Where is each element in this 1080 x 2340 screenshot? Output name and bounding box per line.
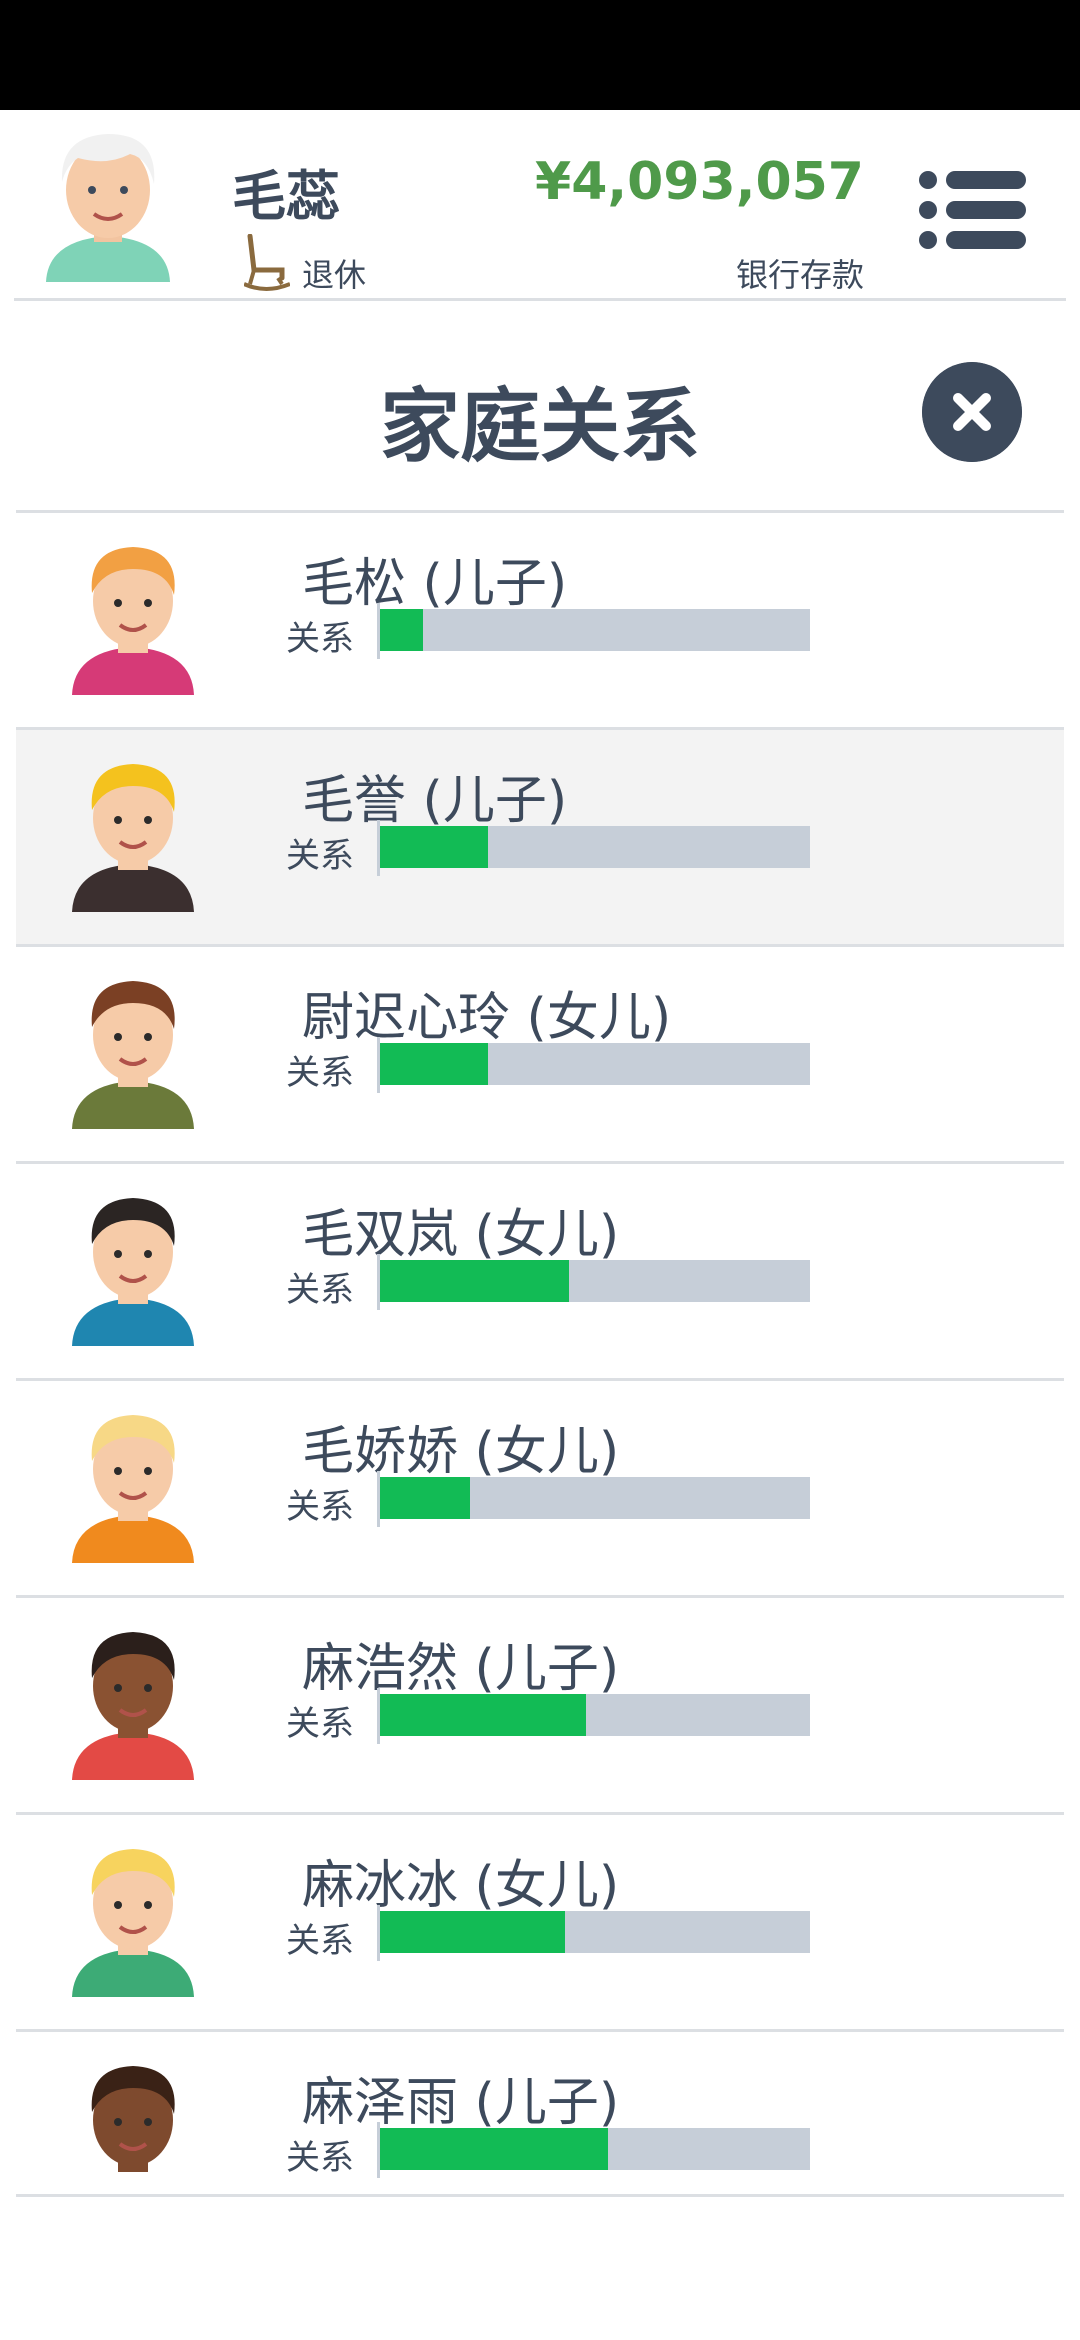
- relation-bar-fill: [380, 609, 423, 651]
- relation-bar-tick: [377, 1037, 380, 1093]
- member-avatar: [72, 981, 194, 1129]
- relation-label: 关系: [286, 619, 354, 659]
- relation-bar: [377, 1471, 810, 1527]
- member-avatar: [72, 1632, 194, 1780]
- relation-bar: [377, 1037, 810, 1093]
- relation-bar-fill: [380, 1911, 565, 1953]
- bank-balance: ¥4,093,057: [535, 152, 864, 212]
- relation-bar-tick: [377, 1254, 380, 1310]
- rocking-chair-icon: [244, 234, 290, 291]
- list-bottom-divider: [16, 2194, 1064, 2197]
- menu-icon[interactable]: [918, 168, 1028, 252]
- member-avatar: [72, 1849, 194, 1997]
- relation-label: 关系: [286, 1487, 354, 1527]
- family-member-list: 毛松 (儿子) 关系 毛誉 (儿子) 关系 尉迟心玲 (女儿) 关系 毛双岚 (…: [16, 510, 1064, 2246]
- relation-bar: [377, 1254, 810, 1310]
- family-member-row[interactable]: 麻泽雨 (儿子) 关系: [16, 2029, 1064, 2246]
- relation-label: 关系: [286, 836, 354, 876]
- header-divider: [14, 298, 1066, 301]
- member-avatar: [72, 547, 194, 695]
- status-bar: [0, 0, 1080, 110]
- bank-balance-label: 银行存款: [735, 256, 864, 294]
- relation-label: 关系: [286, 1053, 354, 1093]
- relation-bar-fill: [380, 826, 488, 868]
- relation-label: 关系: [286, 1704, 354, 1744]
- relation-bar: [377, 603, 810, 659]
- player-avatar[interactable]: [38, 122, 178, 282]
- player-name: 毛蕊: [232, 165, 340, 228]
- family-member-row[interactable]: 毛双岚 (女儿) 关系: [16, 1161, 1064, 1378]
- relation-bar-fill: [380, 1260, 570, 1302]
- member-name: 毛松 (儿子): [302, 554, 568, 614]
- family-member-row[interactable]: 麻冰冰 (女儿) 关系: [16, 1812, 1064, 2029]
- relation-label: 关系: [286, 2138, 354, 2178]
- life-stage-label: 退休: [302, 256, 367, 294]
- relation-bar-tick: [377, 1688, 380, 1744]
- relation-label: 关系: [286, 1921, 354, 1961]
- member-avatar: [72, 1198, 194, 1346]
- family-member-row[interactable]: 毛松 (儿子) 关系: [16, 510, 1064, 727]
- family-member-row[interactable]: 尉迟心玲 (女儿) 关系: [16, 944, 1064, 1161]
- relation-bar-fill: [380, 1043, 488, 1085]
- member-name: 毛娇娇 (女儿): [302, 1422, 620, 1482]
- relation-label: 关系: [286, 1270, 354, 1310]
- relation-bar-fill: [380, 1694, 587, 1736]
- relation-bar-fill: [380, 2128, 608, 2170]
- panel-title: 家庭关系: [380, 380, 700, 473]
- close-icon[interactable]: [922, 362, 1022, 462]
- relation-bar-fill: [380, 1477, 471, 1519]
- member-name: 尉迟心玲 (女儿): [302, 988, 672, 1048]
- relation-bar-tick: [377, 2122, 380, 2178]
- player-header: 毛蕊 退休 ¥4,093,057 银行存款: [0, 110, 1080, 300]
- member-name: 毛誉 (儿子): [302, 771, 568, 831]
- relation-bar: [377, 1905, 810, 1961]
- member-avatar: [72, 764, 194, 912]
- member-name: 麻泽雨 (儿子): [302, 2073, 620, 2133]
- family-member-row[interactable]: 毛娇娇 (女儿) 关系: [16, 1378, 1064, 1595]
- relation-bar: [377, 820, 810, 876]
- member-avatar: [72, 1415, 194, 1563]
- relation-bar-tick: [377, 1905, 380, 1961]
- family-member-row[interactable]: 毛誉 (儿子) 关系: [16, 727, 1064, 944]
- relation-bar-tick: [377, 1471, 380, 1527]
- relation-bar: [377, 1688, 810, 1744]
- relation-bar-tick: [377, 603, 380, 659]
- relation-bar: [377, 2122, 810, 2178]
- member-avatar: [72, 2066, 194, 2214]
- relation-bar-tick: [377, 820, 380, 876]
- member-name: 麻冰冰 (女儿): [302, 1856, 620, 1916]
- member-name: 麻浩然 (儿子): [302, 1639, 620, 1699]
- member-name: 毛双岚 (女儿): [302, 1205, 620, 1265]
- family-member-row[interactable]: 麻浩然 (儿子) 关系: [16, 1595, 1064, 1812]
